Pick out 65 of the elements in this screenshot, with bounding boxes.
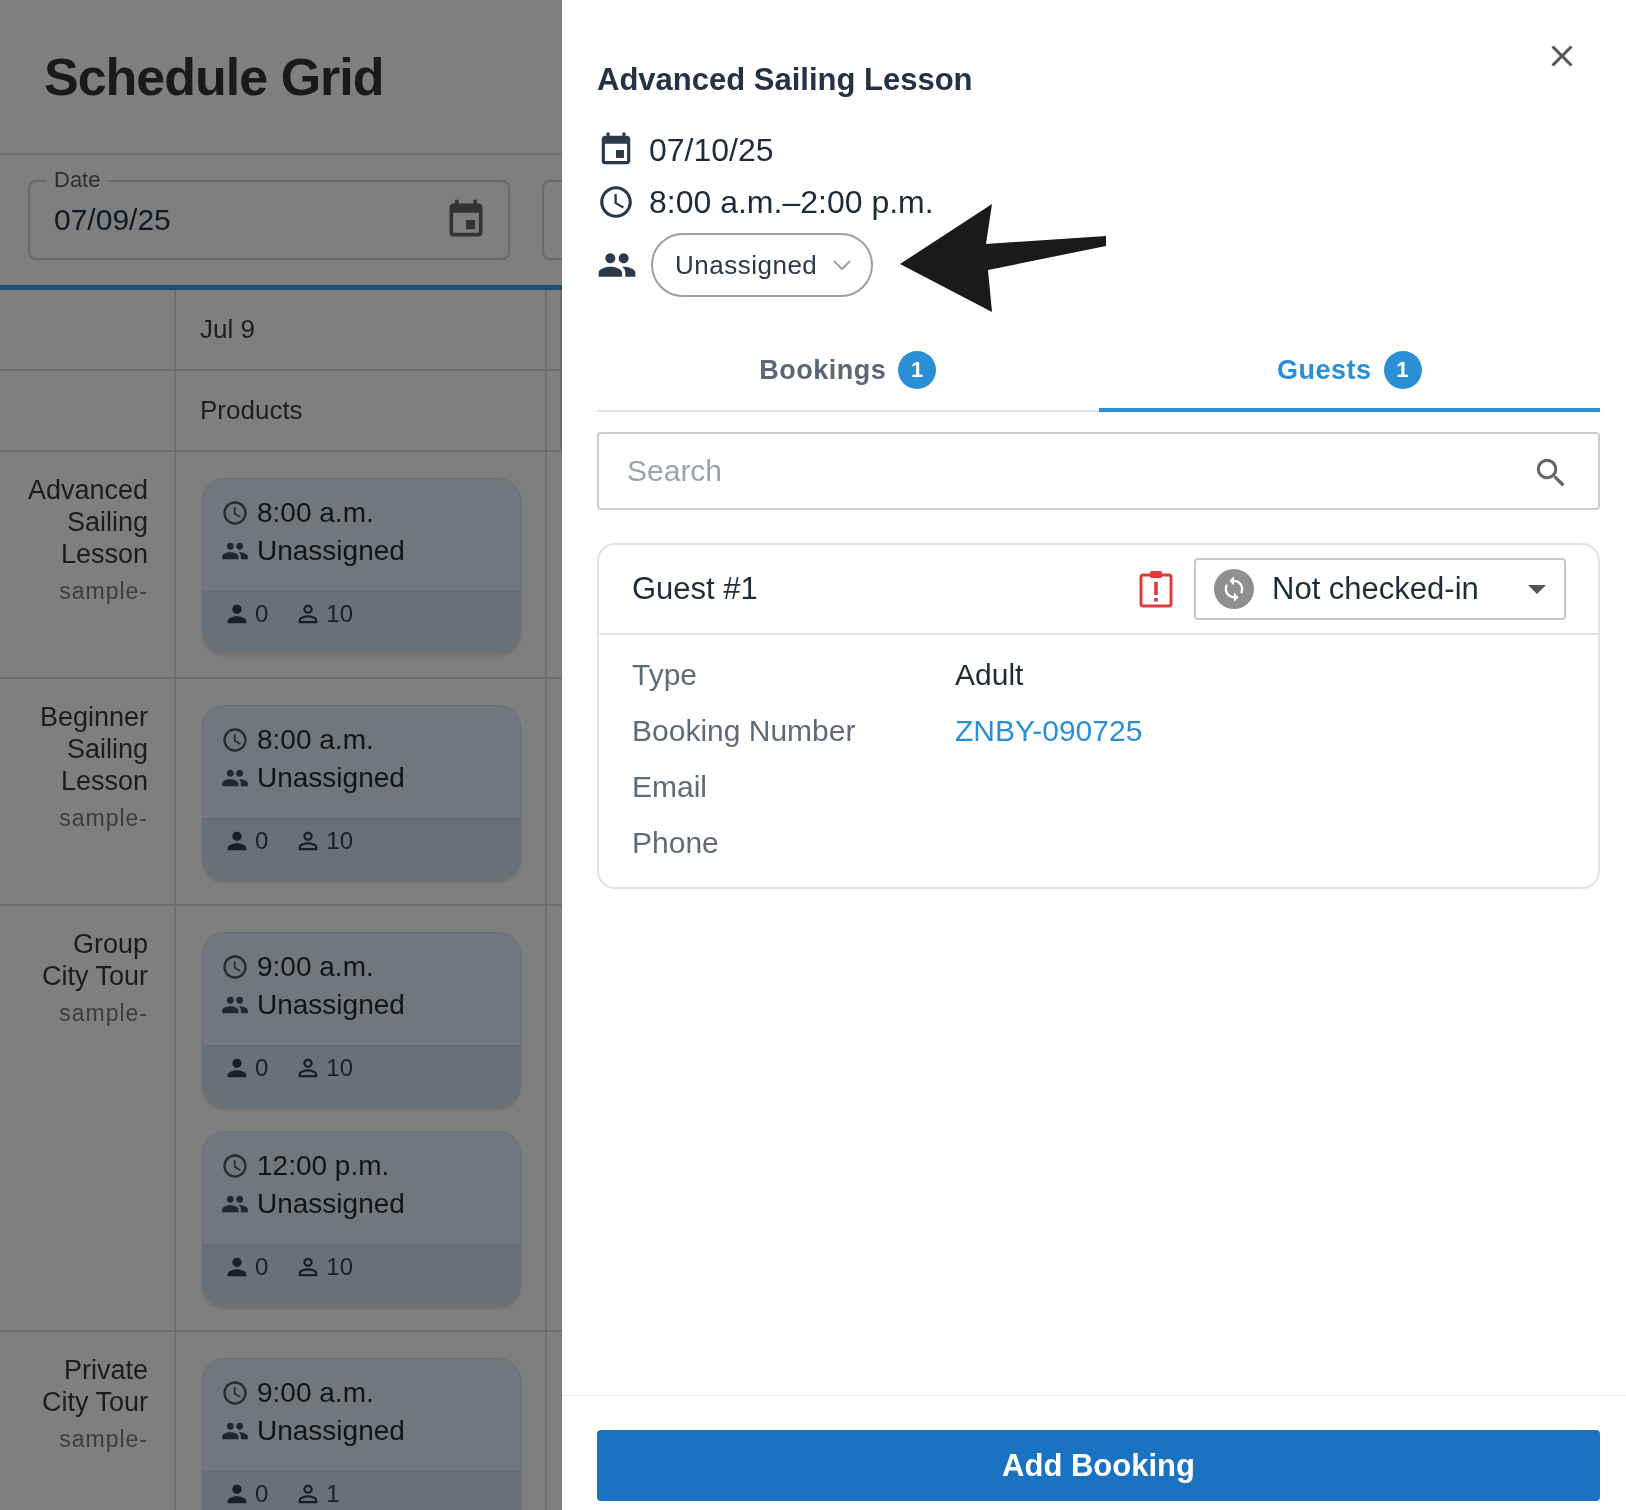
slot-staff: Unassigned xyxy=(257,989,405,1021)
page-title: Schedule Grid xyxy=(44,46,384,107)
slot-card[interactable]: 8:00 a.m. Unassigned 0 10 xyxy=(202,705,521,880)
field-value: Adult xyxy=(955,658,1024,692)
clock-icon xyxy=(597,183,635,221)
slot-card[interactable]: 12:00 p.m. Unassigned 0 10 xyxy=(202,1131,521,1306)
date-field[interactable]: Date 07/09/25 xyxy=(28,166,510,260)
event-time: 8:00 a.m.–2:00 p.m. xyxy=(649,183,934,221)
slot-time: 9:00 a.m. xyxy=(257,1377,374,1409)
capacity-count: 1 xyxy=(326,1481,340,1507)
chevron-down-icon xyxy=(833,259,852,271)
product-code: sample- xyxy=(59,1000,148,1027)
slot-card[interactable]: 9:00 a.m. Unassigned 0 10 xyxy=(202,932,521,1107)
clock-icon xyxy=(221,1152,249,1180)
tab[interactable]: Bookings 1 xyxy=(597,332,1099,412)
booked-count: 0 xyxy=(255,1055,269,1081)
product-name: Private City Tour xyxy=(40,1354,148,1418)
slot-staff: Unassigned xyxy=(257,762,405,794)
column-header: Jul 9 xyxy=(176,290,547,371)
capacity-count: 10 xyxy=(326,828,354,854)
status-select[interactable]: Not checked-in xyxy=(1194,558,1566,620)
sync-icon xyxy=(1214,569,1254,609)
drawer-title: Advanced Sailing Lesson xyxy=(597,62,974,98)
clock-icon xyxy=(221,1379,249,1407)
slot-card[interactable]: 9:00 a.m. Unassigned 0 1 xyxy=(202,1358,521,1510)
clock-icon xyxy=(221,726,249,754)
search-field[interactable]: Search xyxy=(597,432,1600,510)
field-label: Email xyxy=(632,769,708,805)
slot-staff: Unassigned xyxy=(257,1415,405,1447)
slot-staff: Unassigned xyxy=(257,535,405,567)
slot-staff: Unassigned xyxy=(257,1188,405,1220)
add-booking-button[interactable]: Add Booking xyxy=(597,1430,1600,1501)
booked-count: 0 xyxy=(255,601,269,627)
dropdown-icon xyxy=(1528,584,1546,594)
slot-time: 12:00 p.m. xyxy=(257,1150,390,1182)
product-code: sample- xyxy=(59,1426,148,1453)
count-badge: 1 xyxy=(1383,351,1422,389)
field-label: Type xyxy=(632,657,699,693)
booked-count: 0 xyxy=(255,1481,269,1507)
product-name: Group City Tour xyxy=(40,928,148,992)
slot-card[interactable]: 8:00 a.m. Unassigned 0 10 xyxy=(202,478,521,653)
product-code: sample- xyxy=(59,578,148,605)
slot-time: 8:00 a.m. xyxy=(257,724,374,756)
booking-link[interactable]: ZNBY-090725 xyxy=(955,714,1143,748)
product-name: Beginner Sailing Lesson xyxy=(38,701,148,797)
product-name: Advanced Sailing Lesson xyxy=(26,474,148,570)
booked-count: 0 xyxy=(255,828,269,854)
column-header: Products xyxy=(176,371,547,452)
slot-time: 9:00 a.m. xyxy=(257,951,374,983)
capacity-count: 10 xyxy=(326,601,354,627)
capacity-count: 10 xyxy=(326,1254,354,1280)
booked-count: 0 xyxy=(255,1254,269,1280)
capacity-count: 10 xyxy=(326,1055,354,1081)
field-value: 07/09/25 xyxy=(54,203,171,237)
guest-title: Guest #1 xyxy=(632,571,759,607)
slot-time: 8:00 a.m. xyxy=(257,497,374,529)
count-badge: 1 xyxy=(898,351,937,389)
staff-select[interactable]: Unassigned xyxy=(651,233,874,297)
product-code: sample- xyxy=(59,805,148,832)
clock-icon xyxy=(221,499,249,527)
field-label: Booking Number xyxy=(632,713,857,749)
field-label: Phone xyxy=(632,825,720,861)
event-date: 07/10/25 xyxy=(649,131,774,169)
tab[interactable]: Guests 1 xyxy=(1098,332,1600,412)
clock-icon xyxy=(221,953,249,981)
